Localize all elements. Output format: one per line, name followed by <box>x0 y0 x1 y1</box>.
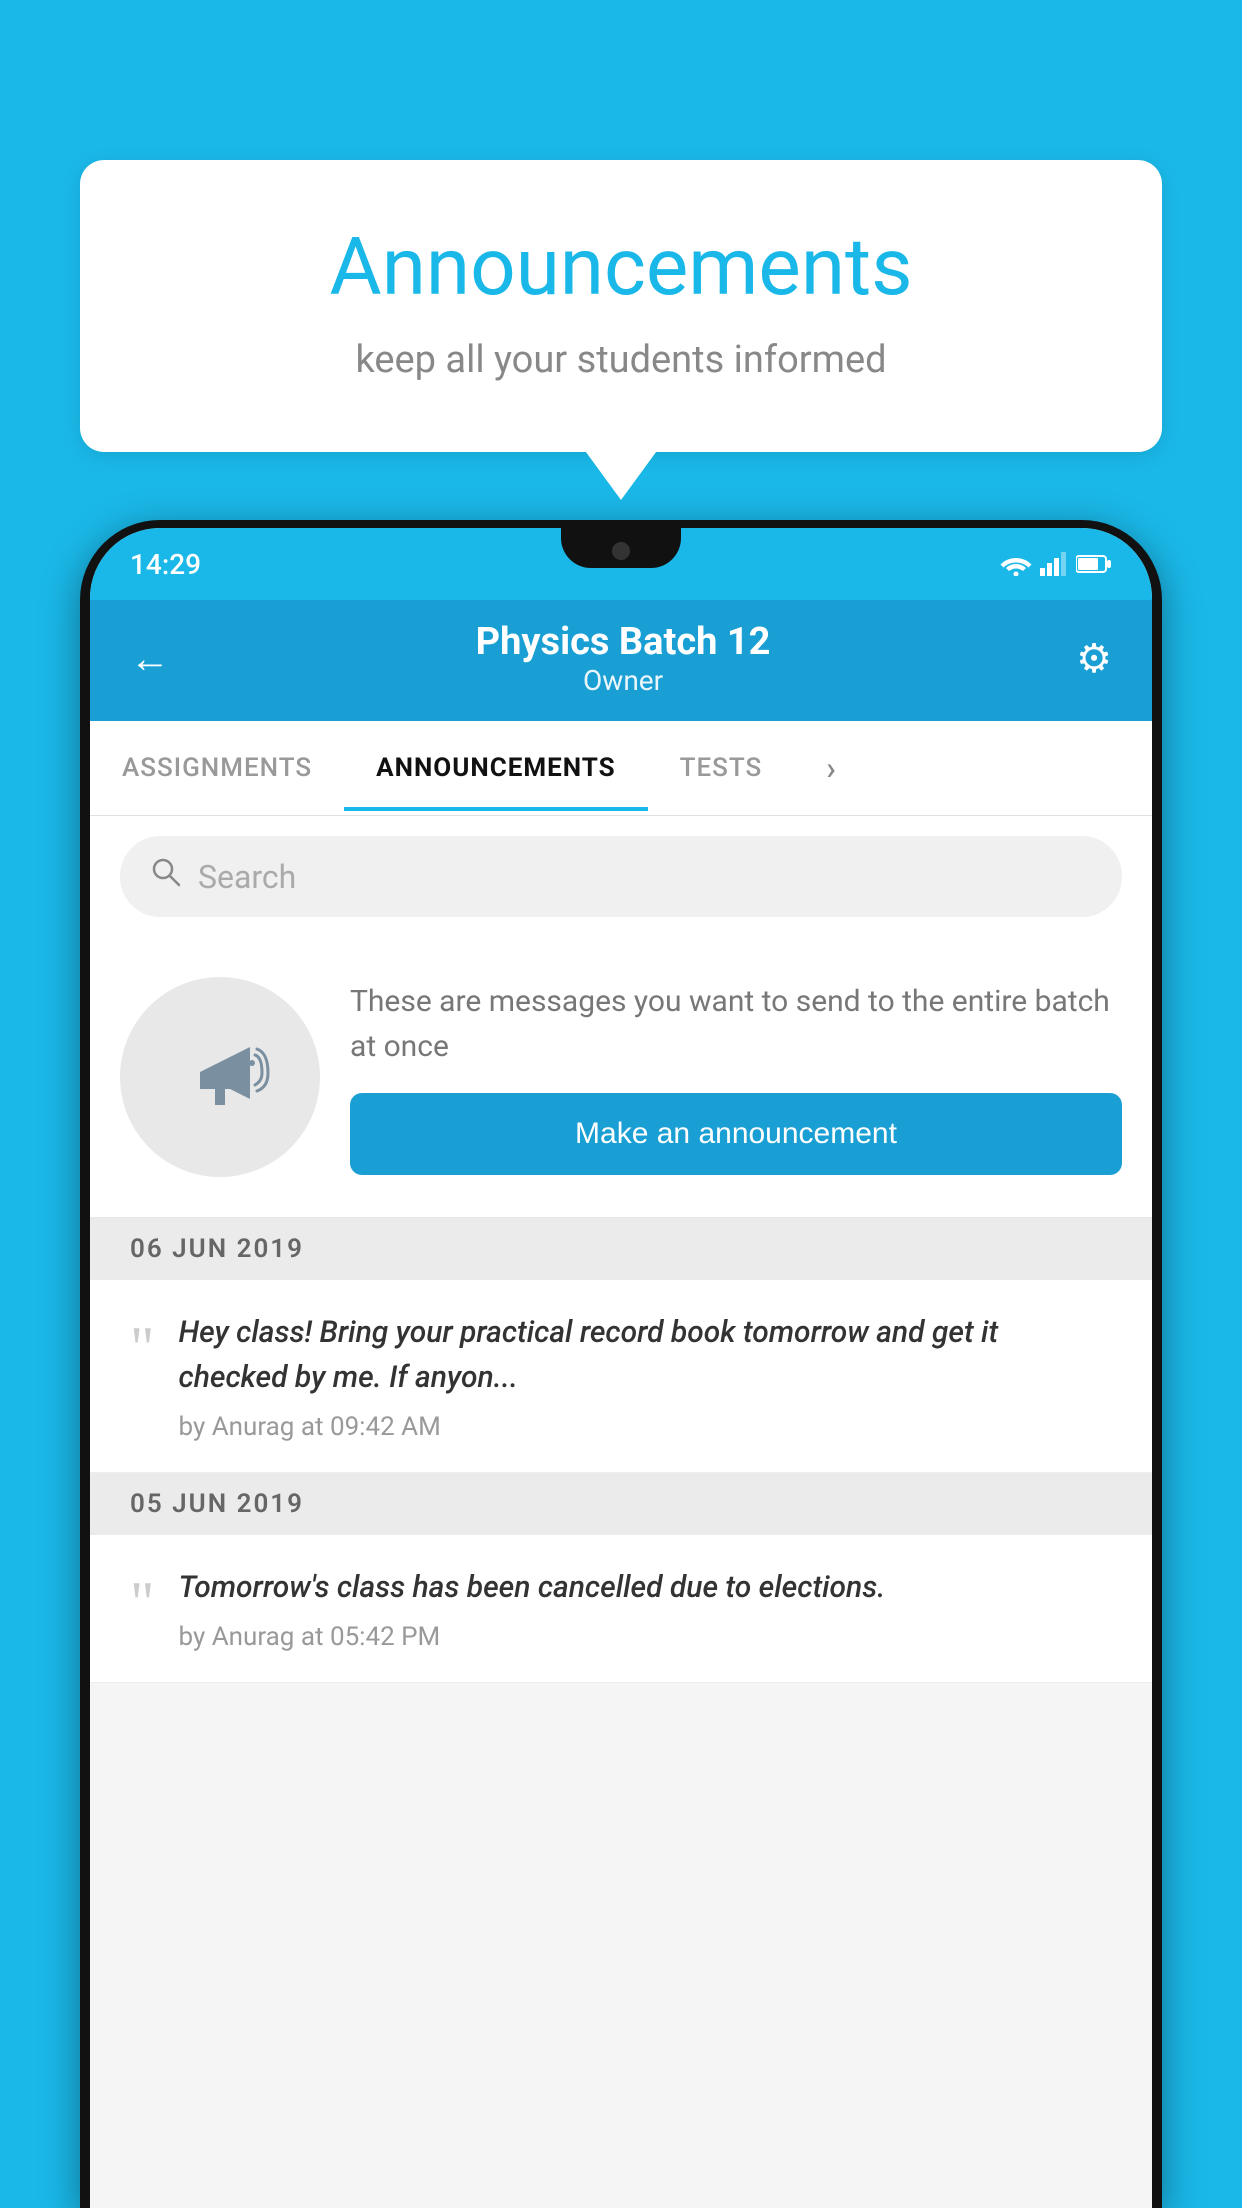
app-header: ← Physics Batch 12 Owner ⚙ <box>90 600 1152 721</box>
header-center: Physics Batch 12 Owner <box>476 620 771 697</box>
search-icon <box>150 856 182 897</box>
announcement-meta-2: by Anurag at 05:42 PM <box>179 1622 886 1652</box>
back-button[interactable]: ← <box>130 635 170 682</box>
search-placeholder: Search <box>198 858 296 896</box>
signal-icon <box>1040 552 1068 576</box>
tab-tests[interactable]: TESTS <box>648 725 795 811</box>
announcement-content-2: Tomorrow's class has been cancelled due … <box>179 1565 886 1652</box>
announcement-item-2: " Tomorrow's class has been cancelled du… <box>90 1535 1152 1683</box>
time-display: 14:29 <box>130 548 201 581</box>
speech-bubble: Announcements keep all your students inf… <box>80 160 1162 452</box>
tabs-bar: ASSIGNMENTS ANNOUNCEMENTS TESTS › <box>90 721 1152 816</box>
battery-icon <box>1076 554 1112 574</box>
tab-assignments[interactable]: ASSIGNMENTS <box>90 725 344 811</box>
date-separator-2: 05 JUN 2019 <box>90 1473 1152 1535</box>
search-container: Search <box>90 816 1152 937</box>
tab-more[interactable]: › <box>794 721 869 815</box>
announcement-text-1: Hey class! Bring your practical record b… <box>179 1310 1113 1400</box>
settings-button[interactable]: ⚙ <box>1076 635 1112 682</box>
promo-description: These are messages you want to send to t… <box>350 979 1122 1069</box>
megaphone-icon <box>170 1027 270 1127</box>
announcement-meta-1: by Anurag at 09:42 AM <box>179 1412 1113 1442</box>
status-bar: 14:29 <box>90 528 1152 600</box>
announcement-text-2: Tomorrow's class has been cancelled due … <box>179 1565 886 1610</box>
quote-icon-2: " <box>130 1573 155 1633</box>
bubble-subtitle: keep all your students informed <box>160 338 1082 382</box>
announcement-content-1: Hey class! Bring your practical record b… <box>179 1310 1113 1442</box>
phone-screen: 14:29 <box>90 528 1152 2208</box>
date-separator-1: 06 JUN 2019 <box>90 1218 1152 1280</box>
phone-frame: 14:29 <box>80 520 1162 2208</box>
bubble-title: Announcements <box>160 220 1082 314</box>
promo-section: These are messages you want to send to t… <box>90 937 1152 1218</box>
wifi-icon <box>1000 552 1032 576</box>
status-icons <box>1000 552 1112 576</box>
camera <box>612 542 630 560</box>
role-label: Owner <box>476 664 771 697</box>
notch <box>561 528 681 568</box>
search-box[interactable]: Search <box>120 836 1122 917</box>
announcement-item-1: " Hey class! Bring your practical record… <box>90 1280 1152 1473</box>
promo-right: These are messages you want to send to t… <box>350 979 1122 1175</box>
make-announcement-button[interactable]: Make an announcement <box>350 1093 1122 1175</box>
promo-icon-circle <box>120 977 320 1177</box>
batch-title: Physics Batch 12 <box>476 620 771 664</box>
quote-icon-1: " <box>130 1318 155 1378</box>
tab-announcements[interactable]: ANNOUNCEMENTS <box>344 725 647 811</box>
